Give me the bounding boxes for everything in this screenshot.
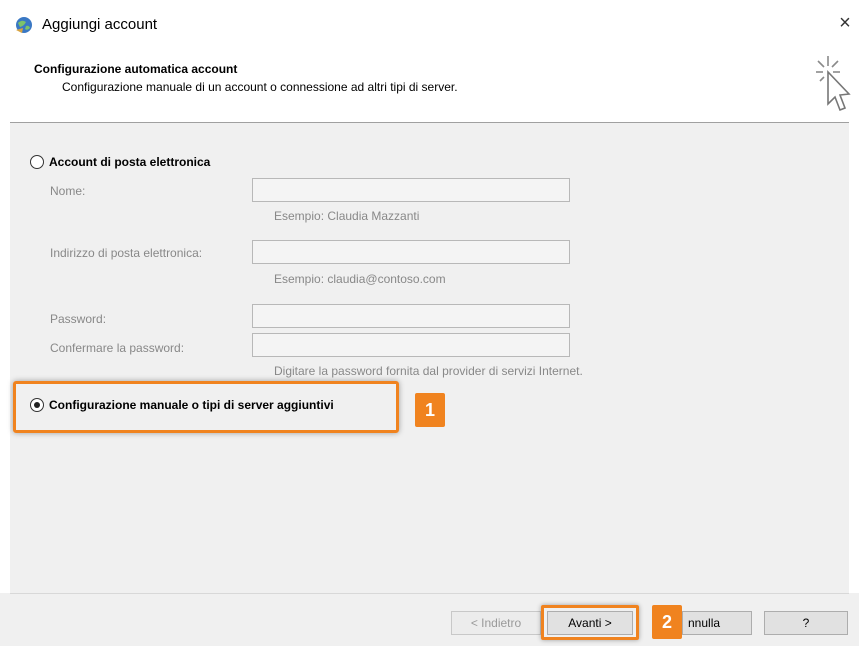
outlook-globe-icon — [16, 17, 32, 33]
password-hint: Digitare la password fornita dal provide… — [274, 364, 583, 378]
confirm-password-label: Confermare la password: — [50, 341, 185, 355]
window-title: Aggiungi account — [42, 16, 158, 33]
name-hint: Esempio: Claudia Mazzanti — [274, 209, 420, 223]
step-1-callout: 1 — [415, 393, 445, 427]
cancel-button[interactable]: nnulla — [682, 611, 752, 635]
name-field[interactable] — [252, 178, 570, 202]
magic-cursor-icon — [816, 56, 851, 112]
next-button[interactable]: Avanti > — [547, 611, 633, 635]
radio-manual-config[interactable]: Configurazione manuale o tipi di server … — [30, 398, 334, 412]
email-field[interactable] — [252, 240, 570, 264]
step-2-callout: 2 — [652, 605, 682, 639]
radio-email-account[interactable]: Account di posta elettronica — [30, 155, 210, 169]
radio-button-selected[interactable] — [30, 398, 44, 412]
name-label: Nome: — [50, 184, 86, 198]
email-label: Indirizzo di posta elettronica: — [50, 246, 203, 260]
close-button[interactable]: × — [836, 12, 854, 34]
radio-button[interactable] — [30, 155, 44, 169]
wizard-header: Configurazione automatica account Config… — [0, 50, 859, 122]
back-button[interactable]: < Indietro — [451, 611, 541, 635]
header-subtitle: Configurazione manuale di un account o c… — [62, 80, 458, 94]
help-button[interactable]: ? — [764, 611, 848, 635]
email-hint: Esempio: claudia@contoso.com — [274, 272, 446, 286]
radio-manual-config-label: Configurazione manuale o tipi di server … — [49, 398, 334, 412]
title-bar: Aggiungi account × — [0, 0, 859, 50]
footer-divider — [10, 593, 849, 594]
password-field[interactable] — [252, 304, 570, 328]
radio-email-account-label: Account di posta elettronica — [49, 155, 211, 169]
password-label: Password: — [50, 312, 107, 326]
confirm-password-field[interactable] — [252, 333, 570, 357]
header-title: Configurazione automatica account — [34, 62, 238, 76]
